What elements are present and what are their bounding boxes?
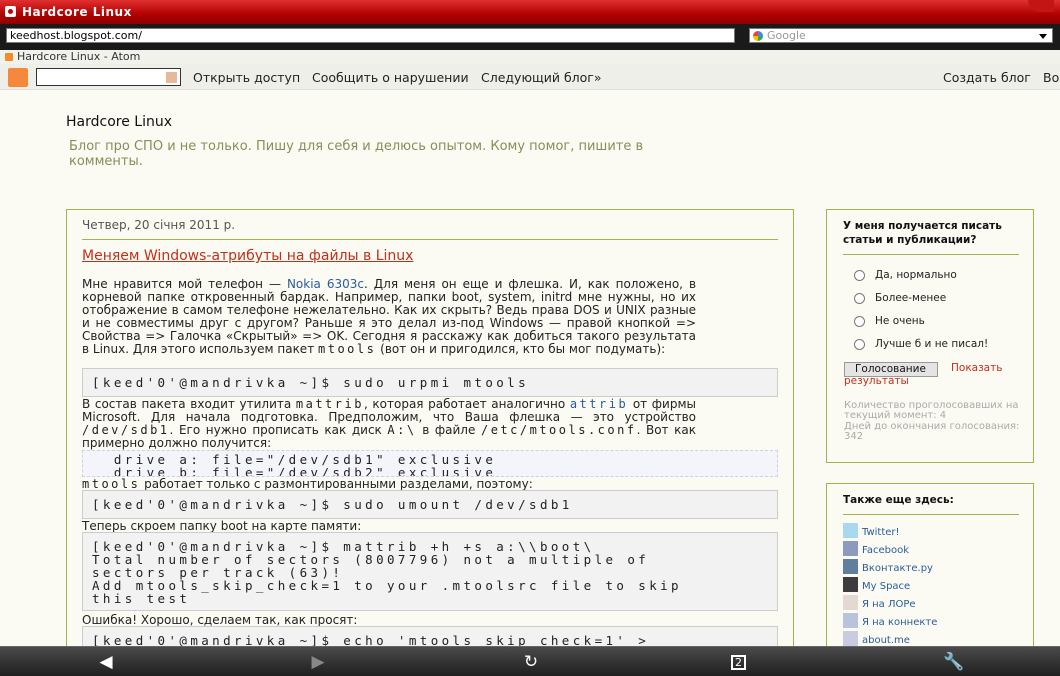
google-icon [753,31,763,41]
poll-option-label: Да, нормально [875,269,957,281]
url-input[interactable]: keedhost.blogspot.com/ [6,28,735,43]
also-here-title: Также еще здесь: [843,494,954,506]
post-title-link[interactable]: Меняем Windows-атрибуты на файлы в Linux [82,248,413,264]
attrib-link[interactable]: attrib [570,397,628,411]
social-link-label[interactable]: Facebook [862,545,909,556]
wrench-icon[interactable]: 🔧 [943,653,965,671]
code-block-3: [keed'0'@mandrivka ~]$ sudo umount /dev/… [82,490,778,519]
vote-button[interactable]: Голосование [844,362,938,377]
social-link-label[interactable]: Twitter! [862,527,900,538]
poll-option-label: Более-менее [875,292,947,304]
social-icon [843,577,858,592]
code-block-1: [keed'0'@mandrivka ~]$ sudo urpmi mtools [82,368,778,397]
radio-button[interactable] [854,339,865,350]
feed-link[interactable]: Hardcore Linux - Atom [17,50,140,64]
app-icon [5,6,16,17]
votes-count: Количество проголосовавших на текущий мо… [844,400,1019,421]
radio-button[interactable] [854,270,865,281]
p2-text-d: . Его нужно прописать как диск [169,423,388,437]
search-button[interactable] [166,72,177,83]
window-title-bar: Hardcore Linux [0,0,1060,24]
tabs-icon[interactable]: 2 [731,655,746,670]
p3-text: работает только с размонтированными разд… [140,477,533,491]
post-container: Четвер, 20 січня 2011 р. Меняем Windows-… [66,209,794,659]
bottom-toolbar: ◀ ▶ ↻ 2 🔧 [0,646,1060,676]
reload-icon[interactable]: ↻ [520,653,542,671]
p2-mono-drive: A:\ [387,423,417,437]
code-block-4: [keed'0'@mandrivka ~]$ mattrib +h +s a:\… [82,532,778,611]
poll-option-label: Лучше б и не писал! [875,338,989,350]
nav-next-blog-link[interactable]: Следующий блог» [481,70,602,85]
p2-mono-mattrib: mattrib [295,397,364,411]
social-link-label[interactable]: My Space [862,581,910,592]
blog-title[interactable]: Hardcore Linux [66,114,172,130]
post-date: Четвер, 20 січня 2011 р. [82,218,236,232]
nav-report-link[interactable]: Сообщить о нарушении [312,70,469,85]
post-paragraph-2: В состав пакета входит утилита mattrib, … [82,398,696,450]
nav-share-link[interactable]: Открыть доступ [193,70,300,85]
code-block-2: drive a: file="/dev/sdb1" exclusive driv… [82,450,778,477]
p1-text: Мне нравится мой телефон — [82,277,287,291]
close-icon[interactable] [1028,0,1054,12]
nokia-link[interactable]: Nokia 6303c [287,277,364,291]
social-icon [843,613,858,628]
p2-text-b: , которая работает аналогично [363,397,570,411]
blogger-navbar: Открыть доступ Сообщить о нарушении След… [0,64,1060,90]
social-link-label[interactable]: Я на ЛОРе [862,599,916,610]
post-paragraph-1: Мне нравится мой телефон — Nokia 6303c. … [82,278,696,356]
also-here-widget: Также еще здесь: Twitter! Facebook Вконтак… [826,483,1034,653]
forward-icon[interactable]: ▶ [307,653,329,671]
blogger-logo-icon[interactable] [8,68,28,87]
search-placeholder: Google [767,29,806,42]
radio-button[interactable] [854,316,865,327]
social-icon [843,595,858,610]
chevron-down-icon[interactable] [1039,34,1047,39]
social-link-label[interactable]: about.me [862,635,910,646]
social-icon [843,523,858,538]
back-icon[interactable]: ◀ [95,653,117,671]
nav-create-blog-link[interactable]: Создать блог [943,70,1031,85]
social-link-label[interactable]: Я на коннекте [862,617,937,628]
p2-mono-conf: /etc/mtools.conf [480,423,637,437]
poll-widget: У меня получается писать статьи и публик… [826,209,1034,463]
window-title: Hardcore Linux [22,5,132,19]
p2-text-a: В состав пакета входит утилита [82,397,296,411]
p1-mono: mtools [318,342,377,356]
feed-bar: Hardcore Linux - Atom [0,50,1060,64]
p2-mono-device: /dev/sdb1 [82,423,170,437]
rss-icon [5,53,13,61]
nav-login-link[interactable]: Во [1043,70,1059,85]
social-icon [843,541,858,556]
p3-mono: mtools [82,477,141,491]
days-left: Дней до окончания голосования: 342 [844,421,1020,442]
social-link-label[interactable]: Вконтакте.ру [862,563,933,574]
poll-option-label: Не очень [875,315,925,327]
date-divider [82,239,778,240]
poll-divider [843,254,1019,255]
social-icon [843,559,858,574]
p2-text-e: в файле [416,423,481,437]
also-here-divider [843,514,1019,515]
address-toolbar: keedhost.blogspot.com/ Google [0,24,1060,50]
search-input[interactable]: Google [749,28,1053,43]
poll-question: У меня получается писать статьи и публик… [843,220,1002,246]
p1-tail: (вот он и пригодился, кто бы мог подумат… [376,342,666,356]
radio-button[interactable] [854,293,865,304]
blog-description: Блог про СПО и не только. Пишу для себя … [69,139,644,169]
social-icon [843,631,858,646]
blog-search-input[interactable] [36,68,181,86]
